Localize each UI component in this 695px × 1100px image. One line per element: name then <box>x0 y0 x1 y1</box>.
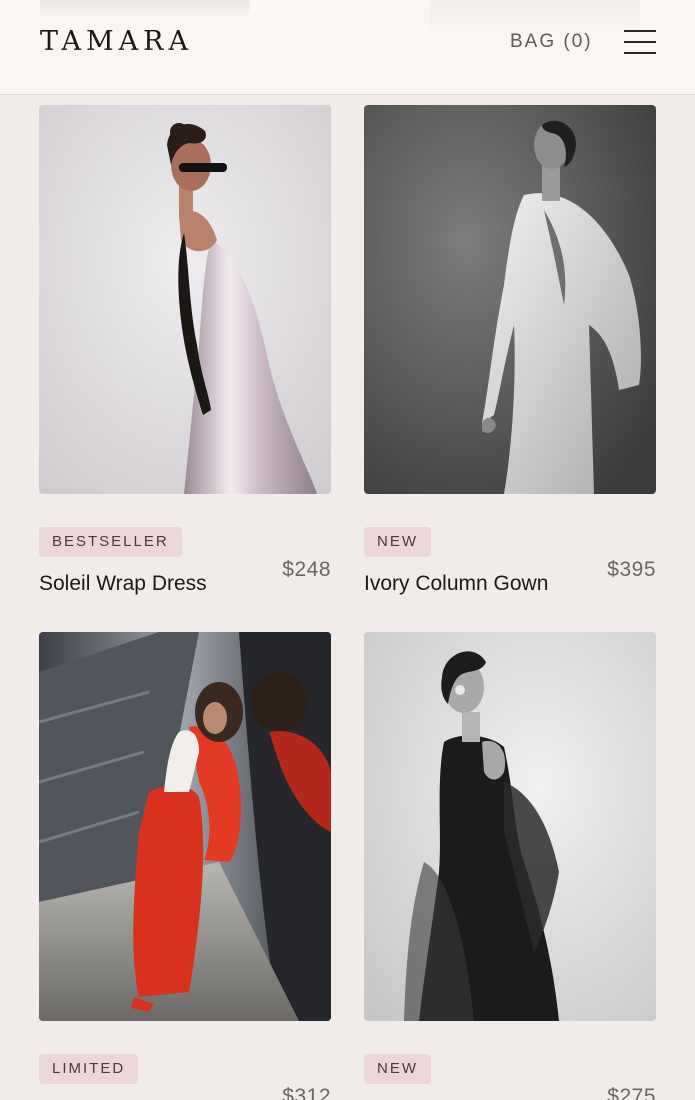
header-fade-left <box>40 0 250 18</box>
product-image[interactable] <box>39 105 331 494</box>
product-price: $248 <box>282 558 331 581</box>
brand-logo[interactable]: TAMARA <box>40 27 193 57</box>
product-badge: LIMITED <box>39 1054 139 1084</box>
product-name[interactable]: Ivory Column Gown <box>364 572 548 596</box>
product-badge: NEW <box>364 527 431 557</box>
bag-link[interactable]: BAG (0) <box>510 31 593 53</box>
site-header: TAMARA BAG (0) <box>0 0 695 95</box>
product-image[interactable] <box>364 105 656 494</box>
product-name[interactable]: Soleil Wrap Dress <box>39 572 207 596</box>
hamburger-menu-icon[interactable] <box>624 29 656 55</box>
product-badge: BESTSELLER <box>39 527 182 557</box>
product-price: $312 <box>282 1085 331 1100</box>
product-price: $395 <box>607 558 656 581</box>
product-image[interactable] <box>39 632 331 1021</box>
product-price: $275 <box>607 1085 656 1100</box>
product-image[interactable] <box>364 632 656 1021</box>
product-badge: NEW <box>364 1054 431 1084</box>
